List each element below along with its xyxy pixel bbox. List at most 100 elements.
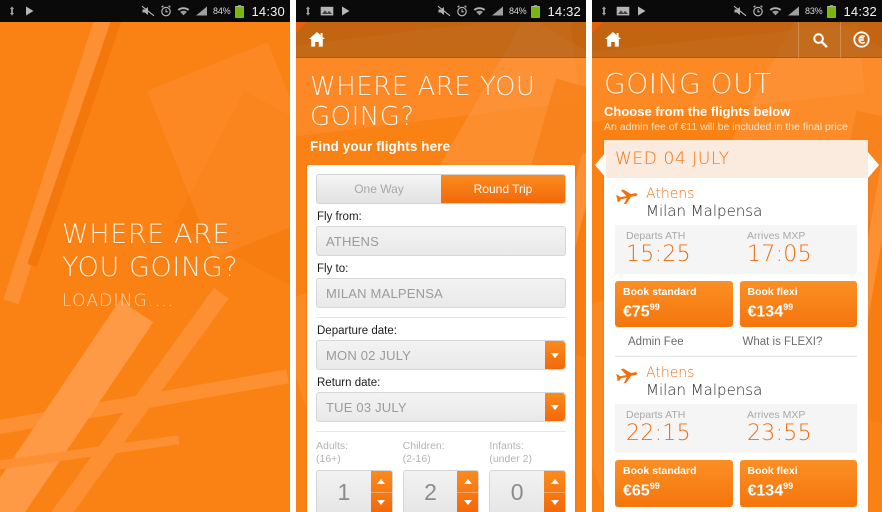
tab-one-way[interactable]: One Way [317,175,441,203]
results-subheading: Choose from the flights below [604,104,791,119]
clock: 14:30 [251,3,285,19]
return-date-select[interactable]: TUE 03 JULY [316,392,566,422]
increment-button[interactable] [457,471,478,492]
fly-to-input[interactable]: MILAN MALPENSA [316,278,566,308]
departure-time: 22:15 [626,421,691,447]
next-day-arrow-icon[interactable] [868,152,879,178]
infants-stepper[interactable]: 0 [489,470,567,512]
book-flexi-label: Book flexi [747,286,798,298]
airplane-icon [616,368,638,384]
decrement-button[interactable] [457,493,478,512]
app-bar [592,21,882,58]
status-bar: 84% 14:30 [0,0,290,22]
signal-icon [788,6,800,16]
wifi-icon [177,7,190,16]
selected-date-bar[interactable]: WED 04 JULY [604,140,868,178]
flight-origin: Athens [646,186,695,202]
adults-stepper[interactable]: 1 [316,470,393,512]
app-bar [296,22,586,58]
book-standard-price: €6599 [623,481,660,500]
search-heading-line1: WHERE ARE YOU [310,72,536,102]
chevron-down-icon[interactable] [545,393,565,421]
return-date-value: TUE 03 JULY [326,399,407,415]
sync-icon [306,6,310,16]
splash-title-line2: YOU GOING? [62,252,239,283]
arrival-time: 23:55 [747,421,812,447]
infants-stepper-arrows[interactable] [544,471,566,512]
book-flexi-button[interactable]: Book flexi €13499 [739,281,857,328]
selected-date-label: WED 04 JULY [615,149,730,169]
trip-type-toggle[interactable]: One Way Round Trip [316,174,566,204]
book-flexi-button[interactable]: Book flexi €13499 [739,460,857,507]
search-button[interactable] [798,21,840,58]
alarm-icon [457,5,467,17]
battery-icon [531,4,541,18]
arrival-airport-label: Arrives MXP [747,409,806,422]
clock: 14:32 [547,3,581,19]
book-standard-label: Book standard [623,286,697,298]
booking-buttons: Book standard €7599 Book flexi €13499 [615,281,857,328]
book-standard-button[interactable]: Book standard €6599 [615,460,733,507]
increment-button[interactable] [544,471,565,492]
departure-date-value: MON 02 JULY [326,347,412,363]
book-standard-button[interactable]: Book standard €7599 [615,281,733,328]
adults-sublabel: (16+) [316,453,341,465]
infants-value: 0 [490,471,545,512]
signal-icon [196,6,208,16]
previous-day-arrow-icon[interactable] [595,152,606,178]
status-bar: 83% 14:32 [592,0,882,22]
passenger-adults: Adults: (16+) 1 [316,440,393,512]
children-label: Children: [402,440,445,452]
euro-circle-icon [853,31,870,48]
phone-panel-results: 83% 14:32 GOING OUT Choose from the flig… [592,0,882,512]
splash-title-line1: WHERE ARE [62,219,231,250]
results-card: WED 04 JULY Athens Milan Malpensa Depart… [604,140,868,512]
alarm-icon [161,5,171,17]
mute-icon [733,5,747,17]
decrement-button[interactable] [544,493,565,512]
battery-percent: 84% [213,6,231,16]
currency-button[interactable] [840,21,882,58]
battery-icon [827,4,837,18]
flight-route: Athens Milan Malpensa [615,365,857,399]
battery-percent: 83% [805,6,823,16]
alarm-icon [753,5,763,17]
flight-destination: Milan Malpensa [646,202,763,220]
departure-block: Departs ATH 22:15 [615,409,736,447]
flight-origin: Athens [646,365,695,382]
results-area: WED 04 JULY Athens Milan Malpensa Depart… [592,140,882,512]
booking-buttons: Book standard €6599 Book flexi €13499 [615,460,857,507]
increment-button[interactable] [371,471,392,492]
mute-icon [141,5,155,17]
book-flexi-price: €13499 [747,302,794,321]
fly-to-value: MILAN MALPENSA [326,285,443,301]
departure-time: 15:25 [626,242,691,267]
tab-round-trip[interactable]: Round Trip [441,175,565,203]
passenger-infants: Infants: (under 2) 0 [489,440,567,512]
decrement-button[interactable] [371,493,392,512]
what-is-flexi-link[interactable]: What is FLEXI? [743,336,858,348]
sync-icon [10,6,14,16]
search-subheading: Find your flights here [310,139,451,154]
departure-airport-label: Departs ATH [626,230,686,242]
battery-percent: 84% [509,6,527,16]
chevron-down-icon[interactable] [545,341,565,369]
flight-row[interactable]: Athens Milan Malpensa Departs ATH 15:25 … [604,178,868,358]
flight-row[interactable]: Athens Milan Malpensa Departs ATH 22:15 … [604,357,868,507]
fly-from-label: Fly from: [317,211,362,223]
admin-fee-note: An admin fee of €11 will be included in … [604,121,848,133]
phone-panel-splash: 84% 14:30 WHERE ARE YOU GOING? LOADING..… [0,0,290,512]
image-icon [616,6,630,16]
fly-from-input[interactable]: ATHENS [316,226,566,256]
clock: 14:32 [843,3,877,19]
departure-date-select[interactable]: MON 02 JULY [316,340,566,370]
phone-panel-search: 84% 14:32 WHERE ARE YOU GOING? Find your… [296,0,586,512]
admin-fee-link[interactable]: Admin Fee [615,336,743,348]
play-icon [342,6,350,16]
play-icon [638,6,646,16]
children-stepper[interactable]: 2 [402,470,480,512]
corner-fold-decoration [296,22,307,33]
adults-stepper-arrows[interactable] [370,471,392,512]
children-stepper-arrows[interactable] [457,471,479,512]
signal-icon [492,6,504,16]
